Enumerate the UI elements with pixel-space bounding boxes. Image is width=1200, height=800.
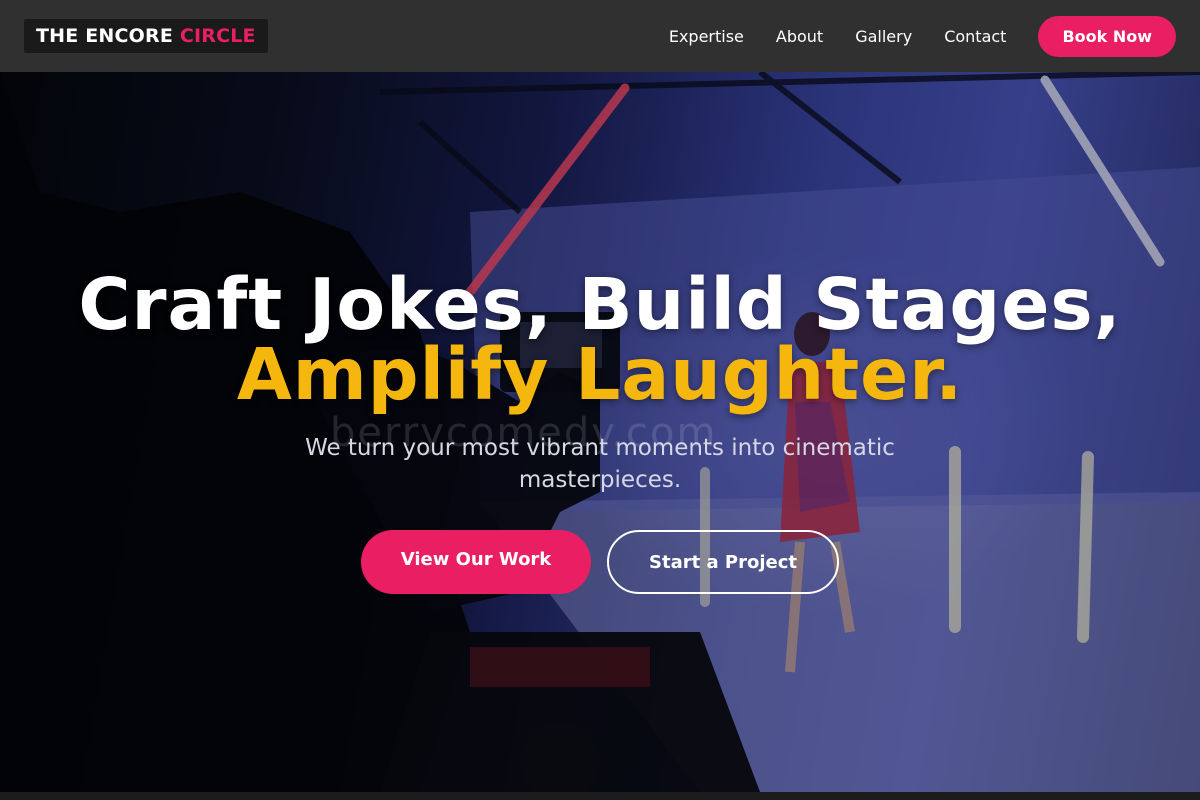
hero-headline: Craft Jokes, Build Stages, Amplify Laugh…: [0, 269, 1200, 416]
hero-content: Craft Jokes, Build Stages, Amplify Laugh…: [0, 269, 1200, 594]
hero-headline-line2: Amplify Laughter.: [236, 333, 964, 416]
page-bottom-strip: [0, 792, 1200, 800]
hero-section: berrycomedy.com Craft Jokes, Build Stage…: [0, 72, 1200, 792]
logo-text-main: THE ENCORE: [36, 25, 180, 47]
hero-cta-row: View Our Work Start a Project: [0, 530, 1200, 594]
start-project-button[interactable]: Start a Project: [607, 530, 839, 594]
view-our-work-button[interactable]: View Our Work: [361, 530, 591, 594]
book-now-button[interactable]: Book Now: [1038, 15, 1176, 57]
nav-links: Expertise About Gallery Contact Book Now: [669, 15, 1176, 57]
nav-link-expertise[interactable]: Expertise: [669, 27, 744, 46]
nav-link-gallery[interactable]: Gallery: [855, 27, 912, 46]
nav-link-contact[interactable]: Contact: [944, 27, 1006, 46]
nav-link-about[interactable]: About: [776, 27, 823, 46]
brand-logo[interactable]: THE ENCORE CIRCLE: [24, 19, 268, 53]
hero-subtitle: We turn your most vibrant moments into c…: [305, 435, 895, 493]
logo-text-accent: CIRCLE: [179, 25, 256, 47]
top-navbar: THE ENCORE CIRCLE Expertise About Galler…: [0, 0, 1200, 72]
